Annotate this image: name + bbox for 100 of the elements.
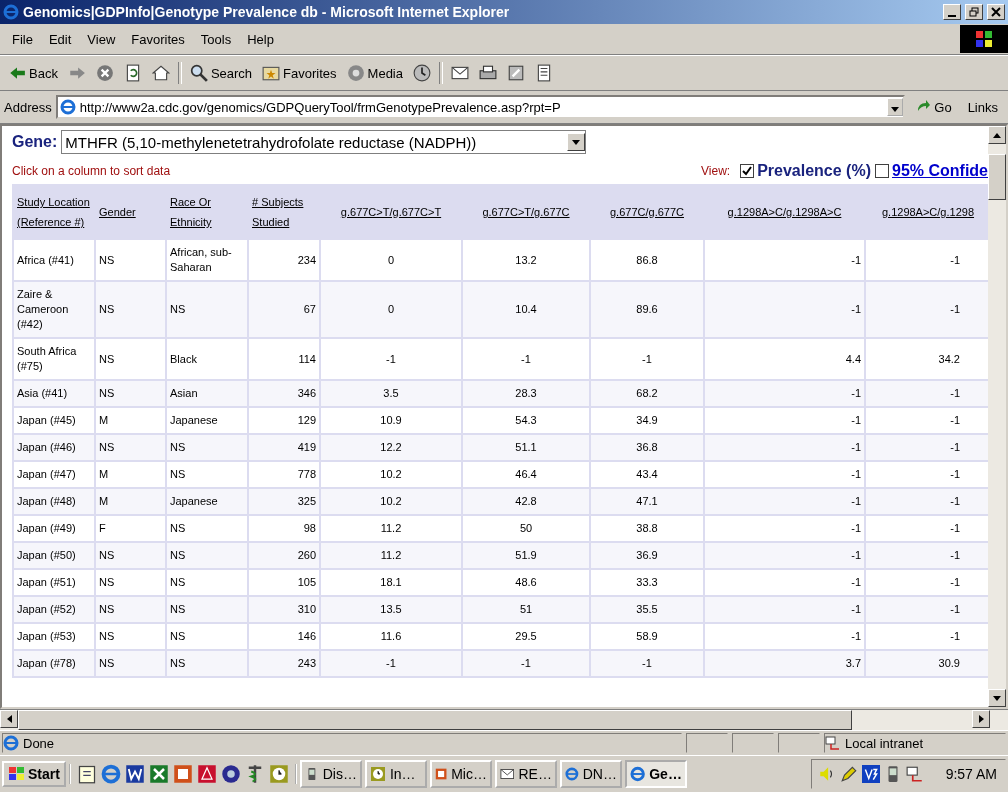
star-folder-icon [262, 64, 281, 82]
search-icon [189, 64, 208, 82]
menu-item[interactable]: Favorites [123, 31, 193, 47]
menu-item[interactable]: File [4, 31, 41, 47]
scroll-thumb[interactable] [988, 154, 1006, 200]
table-cell: 28.3 [463, 381, 589, 406]
status-pane [732, 733, 774, 753]
favorites-button[interactable]: Favorites [260, 62, 339, 84]
table-cell: -1 [866, 240, 988, 280]
table-cell: M [96, 489, 165, 514]
search-button[interactable]: Search [187, 62, 255, 84]
disc-icon[interactable] [220, 764, 241, 784]
media-button[interactable]: Media [344, 62, 405, 84]
gene-dropdown[interactable]: MTHFR (5,10-methylenetetrahydrofolate reductase (NADPH)) [61, 130, 587, 154]
status-pane [686, 733, 728, 753]
table-cell: -1 [866, 435, 988, 460]
network-icon[interactable] [905, 765, 924, 783]
printer-icon [479, 64, 497, 82]
globe-icon [3, 4, 19, 20]
w-letter-icon[interactable] [124, 764, 145, 784]
edit-icon [507, 64, 525, 82]
pdf-icon[interactable] [196, 764, 217, 784]
disc-icon [346, 64, 365, 82]
notepad-icon[interactable] [76, 764, 97, 784]
menu-item[interactable]: Tools [192, 31, 240, 47]
menu-item[interactable]: Edit [40, 31, 80, 47]
column-header[interactable]: g.677C/g.677C [610, 202, 684, 222]
stop-icon [95, 64, 114, 82]
scroll-thumb[interactable] [18, 710, 852, 730]
table-cell: Japanese [167, 408, 247, 433]
taskbar-button[interactable]: Ge… [624, 760, 687, 788]
restore-button[interactable] [965, 4, 983, 20]
taskbar-button[interactable]: Mic… [429, 760, 492, 788]
globe-icon [59, 99, 76, 115]
menu-item[interactable]: Help [239, 31, 282, 47]
table-cell: Japan (#52) [14, 597, 94, 622]
address-label: Address [4, 99, 52, 115]
checkbox[interactable] [875, 164, 889, 178]
history-button[interactable] [411, 62, 433, 84]
table-cell: Japan (#48) [14, 489, 94, 514]
taskbar-button[interactable]: In… [364, 760, 427, 788]
table-cell: 42.8 [463, 489, 589, 514]
taskbar-button[interactable]: DN… [559, 760, 622, 788]
table-cell: 43.4 [591, 462, 703, 487]
dropdown-button[interactable] [887, 98, 904, 116]
table-cell: M [96, 462, 165, 487]
column-header[interactable]: g.1298A>C/g.1298A>C [727, 202, 842, 222]
table-cell: -1 [866, 408, 988, 433]
column-header[interactable]: Gender [99, 202, 136, 222]
view-label: View: [701, 164, 731, 178]
vertical-scrollbar[interactable] [988, 126, 1006, 707]
start-button[interactable]: Start [2, 761, 66, 787]
column-header[interactable]: g.677C>T/g.677C [482, 202, 570, 222]
scroll-left-button[interactable] [0, 710, 18, 728]
menu-item[interactable]: View [79, 31, 124, 47]
address-field[interactable]: http://www2a.cdc.gov/genomics/GDPQueryTool/frmGenotypePrevalence.asp?rpt=P [55, 95, 906, 119]
column-header[interactable]: # Subjects Studied [252, 192, 316, 232]
network-icon [825, 735, 841, 751]
close-button[interactable] [987, 4, 1005, 20]
taskbar-button[interactable]: RE… [494, 760, 557, 788]
envelope-icon [451, 64, 469, 82]
table-cell: 325 [249, 489, 319, 514]
pen-icon[interactable] [839, 765, 858, 783]
x-letter-icon[interactable] [148, 764, 169, 784]
shield-icon[interactable] [861, 765, 880, 783]
table-cell: 105 [249, 570, 319, 595]
table-cell: -1 [705, 435, 864, 460]
table-cell: 11.2 [321, 516, 461, 541]
slide-icon[interactable] [172, 764, 193, 784]
globe-icon [564, 766, 579, 782]
left-triangle-icon [6, 715, 12, 723]
table-cell: NS [167, 282, 247, 337]
table-cell: 38.8 [591, 516, 703, 541]
document-icon [535, 64, 553, 82]
table-cell: 260 [249, 543, 319, 568]
checkbox[interactable] [740, 164, 755, 178]
horizontal-scrollbar[interactable] [0, 709, 1008, 730]
scroll-right-button[interactable] [972, 710, 990, 728]
link[interactable]: 95% Confide [892, 162, 988, 180]
table-cell: NS [167, 597, 247, 622]
go-button[interactable]: Go [909, 98, 958, 116]
column-header[interactable]: Race Or Ethnicity [170, 192, 244, 232]
down-triangle-icon [993, 695, 1001, 701]
links-button[interactable]: Links [961, 98, 1004, 116]
back-button[interactable]: Back [6, 62, 60, 84]
table-cell: NS [96, 381, 165, 406]
column-header[interactable]: g.677C>T/g.677C>T [340, 202, 442, 222]
minimize-button[interactable] [943, 4, 961, 20]
scroll-down-button[interactable] [988, 689, 1006, 707]
status-text: Done [23, 735, 55, 751]
table-cell: 114 [249, 339, 319, 379]
column-header[interactable]: g.1298A>C/g.1298 [881, 202, 975, 222]
table-cell: 10.9 [321, 408, 461, 433]
table-cell: 47.1 [591, 489, 703, 514]
scroll-up-button[interactable] [988, 126, 1006, 144]
column-header[interactable]: Study Location (Reference #) [17, 192, 91, 232]
clock-icon[interactable] [268, 764, 289, 784]
sort-hint: Click on a column to sort data [12, 164, 171, 178]
table-cell: -1 [321, 651, 461, 676]
taskbar-button[interactable]: Dis… [299, 760, 362, 788]
